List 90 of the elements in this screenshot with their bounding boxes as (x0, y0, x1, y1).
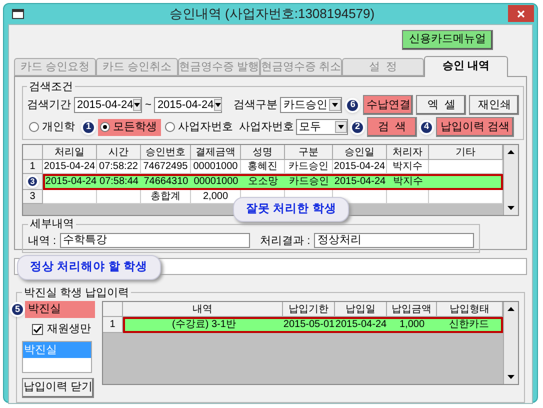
table-cell: 2015-05-01 (283, 319, 335, 330)
window-icon (12, 8, 24, 19)
radio-option[interactable]: 모든학생 (98, 118, 161, 136)
row-number: 1 (110, 318, 116, 330)
button[interactable]: 수납연결 (363, 95, 414, 115)
column-header[interactable]: 납입일 (335, 302, 387, 317)
column-header[interactable]: 납입형태 (437, 302, 503, 317)
column-header[interactable]: 시간 (97, 145, 141, 160)
close-icon (517, 10, 525, 18)
column-header[interactable]: 구분 (285, 145, 333, 160)
number-badge: 6 (345, 98, 360, 112)
number-badge: 3 (26, 175, 39, 188)
group-title: 세부내역 (29, 217, 75, 232)
callout-tooltip: 정상 처리해야 할 학생 (17, 254, 161, 280)
column-header[interactable]: 승인일 (333, 145, 387, 160)
close-history-button[interactable]: 납입이력 닫기 (22, 378, 94, 398)
table-cell: 74664310 (144, 176, 188, 187)
number-badge: 5 (10, 302, 25, 317)
column-header[interactable]: 성명 (241, 145, 285, 160)
result-field[interactable]: 정상처리 (314, 233, 474, 248)
callout-tooltip: 잘못 처리한 학생 (233, 196, 350, 222)
column-header[interactable]: 승인번호 (141, 145, 191, 160)
table-row[interactable]: 1 (수강료) 3-1반 2015-05-012015-04-24 1,000 신한카드 (103, 317, 503, 333)
table-cell: 74672495 (143, 160, 188, 172)
table-cell: 00001000 (194, 176, 238, 187)
table-row[interactable]: 3 2015-04-24 07:58:44 74664310 00001000 오소망 카드승인 2015-04-24 박지수 (23, 174, 503, 190)
table-cell: 신한카드 (449, 319, 489, 330)
table-cell: 2015-04-24 (335, 319, 387, 330)
field-label: 검색기간 (27, 98, 71, 113)
button[interactable]: 엑 셀 (416, 95, 466, 115)
column-header[interactable]: 납입기한 (283, 302, 335, 317)
table-cell: 홍혜진 (248, 160, 278, 172)
radio-option[interactable]: 사업자번호 (163, 118, 237, 136)
column-header[interactable]: 내역 (123, 302, 283, 317)
number-badge: 2 (350, 120, 365, 134)
table-cell: 2015-04-24 (334, 160, 386, 172)
field-label: 내역 : (28, 234, 56, 248)
table-cell: 총합계 (150, 190, 180, 202)
date-field[interactable]: 2015-04-24 (154, 97, 222, 113)
field-label: 검색구분 (233, 98, 278, 113)
table-cell: 1,000 (399, 319, 425, 330)
business-number-field[interactable]: 모두 (296, 119, 348, 135)
group-title: 박진실 학생 납입이력 (23, 286, 130, 300)
checkbox[interactable]: 재원생만 (32, 321, 91, 338)
name-field[interactable]: 박진실 (25, 301, 95, 318)
table-cell: 2015-04-24 (334, 176, 386, 187)
scrollbar[interactable] (503, 302, 518, 384)
table-cell: 박지수 (393, 176, 423, 187)
group-title: 검색조건 (28, 80, 74, 94)
number-badge: 4 (419, 120, 434, 134)
table-cell: 07:58:22 (99, 160, 138, 172)
dropdown-icon (338, 125, 344, 129)
table-cell: 2015-04-24 (45, 176, 97, 187)
button[interactable]: 납입이력 검색 (436, 117, 514, 137)
window-title: 승인내역 (사업자번호:1308194579) (169, 5, 375, 23)
table-cell: 카드승인 (288, 160, 328, 172)
dropdown-icon (214, 103, 221, 107)
button[interactable]: 검 색 (367, 117, 417, 137)
table-row[interactable]: 1 2015-04-24 07:58:22 74672495 00001000 홍혜진 카드승인 2015-04-24 박지수 (23, 160, 503, 174)
table-cell: 2,000 (202, 190, 228, 202)
search-kind-field[interactable]: 카드승인 (280, 97, 342, 113)
row-number: 3 (30, 190, 36, 202)
dropdown-icon (332, 103, 338, 107)
column-header[interactable]: 결제금액 (191, 145, 241, 160)
row-number: 1 (30, 160, 36, 172)
manual-button[interactable]: 신용카드메뉴얼 (402, 30, 493, 50)
checkmark-icon (33, 324, 42, 334)
field-label: 사업자번호 (239, 120, 294, 135)
tab[interactable]: 승인 내역 (424, 56, 508, 76)
table-cell: 00001000 (193, 160, 238, 172)
content-field[interactable]: 수학특강 (60, 233, 250, 248)
scrollbar[interactable] (503, 145, 518, 215)
column-header[interactable]: 납입금액 (387, 302, 437, 317)
field-label: ~ (145, 98, 152, 113)
table-cell: 박지수 (392, 160, 422, 172)
column-header[interactable]: 처리자 (387, 145, 429, 160)
table-cell: 2015-04-24 (44, 160, 96, 172)
table-cell: 오소망 (248, 176, 278, 187)
table-cell: 카드승인 (289, 176, 329, 187)
table-cell: 07:58:44 (100, 176, 138, 187)
radio-option[interactable]: 개인학 (27, 118, 79, 136)
table-cell: (수강료) 3-1반 (172, 319, 236, 330)
number-badge: 1 (81, 120, 96, 134)
date-field[interactable]: 2015-04-24 (74, 97, 142, 113)
dropdown-icon (134, 103, 140, 107)
close-button[interactable] (508, 5, 534, 22)
column-header[interactable]: 기타 (429, 145, 503, 160)
button[interactable]: 재인쇄 (469, 95, 520, 115)
column-header[interactable]: 처리일 (43, 145, 97, 160)
field-label: 처리결과 : (260, 234, 310, 248)
